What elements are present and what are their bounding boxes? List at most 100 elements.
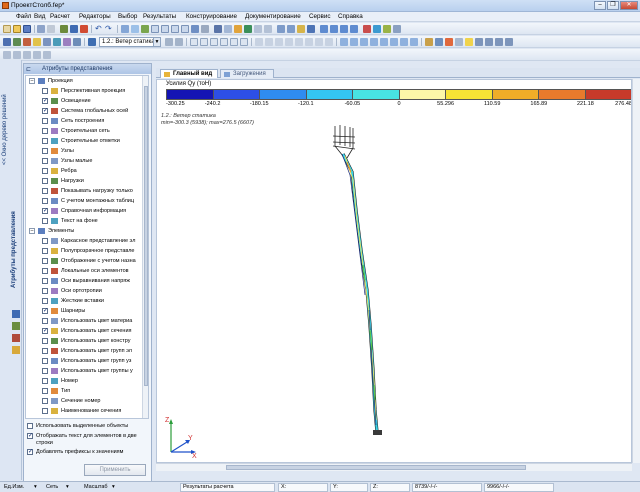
tree-item-checkbox[interactable] [42, 388, 48, 394]
tree-item-checkbox[interactable] [42, 148, 48, 154]
tree-item[interactable]: Узлы [26, 146, 148, 156]
result-option-6-icon[interactable] [305, 38, 313, 46]
check-icon[interactable] [244, 25, 252, 33]
tree-item[interactable]: С учетом монтажных таблиц [26, 196, 148, 206]
stress-5-icon[interactable] [380, 38, 388, 46]
apply-button[interactable]: Применить [84, 464, 146, 476]
load-case-icon[interactable] [88, 38, 96, 46]
tree-item[interactable]: Материал (номер) [26, 416, 148, 419]
moment-mz-icon[interactable] [240, 38, 248, 46]
pin-icon[interactable]: ⊏ [26, 65, 31, 75]
select-icon[interactable] [121, 25, 129, 33]
result-option-4-icon[interactable] [285, 38, 293, 46]
grid-icon[interactable] [287, 25, 295, 33]
loads-icon[interactable] [33, 38, 41, 46]
menu-view[interactable]: Вид [34, 13, 45, 20]
save-icon[interactable] [23, 25, 31, 33]
option-checkbox[interactable]: ✓ [27, 449, 33, 455]
tree-item[interactable]: ✓ Освещение [26, 96, 148, 106]
menu-editors[interactable]: Редакторы [79, 13, 111, 20]
option-checkbox[interactable] [27, 423, 33, 429]
tree-item-checkbox[interactable] [42, 378, 48, 384]
result-option-1-icon[interactable] [255, 38, 263, 46]
analysis-icon[interactable] [73, 38, 81, 46]
model-icon[interactable] [3, 38, 11, 46]
tree-item[interactable]: ✓ Справочная информация [26, 206, 148, 216]
tree-item[interactable]: Полупрозрачное представле [26, 246, 148, 256]
tree-item[interactable]: Узлы малые [26, 156, 148, 166]
print-icon[interactable] [37, 25, 45, 33]
tree-item[interactable]: Жесткие вставки [26, 296, 148, 306]
layers-icon[interactable] [307, 25, 315, 33]
restore-button[interactable]: ❐ [607, 1, 619, 10]
elements-side-icon[interactable] [12, 334, 20, 342]
stress-icon[interactable] [340, 38, 348, 46]
stress-7-icon[interactable] [400, 38, 408, 46]
result-option-3-icon[interactable] [275, 38, 283, 46]
chart-bars-3-icon[interactable] [340, 25, 348, 33]
load-case-select[interactable]: 1.2.: Ветер статика ▼ [99, 37, 161, 47]
tree-item-checkbox[interactable]: ✓ [42, 308, 48, 314]
tree-item[interactable]: Перспективная проекция [26, 86, 148, 96]
numbering-icon[interactable] [214, 25, 222, 33]
view-mode-3-icon[interactable] [23, 51, 31, 59]
tree-item-checkbox[interactable] [42, 258, 48, 264]
option-checkbox[interactable]: ✓ [27, 433, 33, 439]
stress-8-icon[interactable] [410, 38, 418, 46]
main-view-canvas[interactable]: Усилия Qy (тоН) -300.25 -240.2 -180.15 -120… [156, 79, 632, 463]
stress-6-icon[interactable] [390, 38, 398, 46]
tree-item[interactable]: ✓ Система глобальных осей [26, 106, 148, 116]
tree-item[interactable]: Использовать цвет констру [26, 336, 148, 346]
tree-scroll-thumb[interactable] [144, 86, 148, 386]
tree-item[interactable]: Тип [26, 386, 148, 396]
tab-load-cases[interactable]: Загружения [220, 69, 274, 78]
loads-side-icon[interactable] [12, 346, 20, 354]
layers-side-icon[interactable] [12, 310, 20, 318]
menu-help[interactable]: Справка [338, 13, 363, 20]
menu-calculation[interactable]: Расчет [50, 13, 70, 20]
moment-my-icon[interactable] [230, 38, 238, 46]
status-scale[interactable]: Масштаб [84, 483, 108, 492]
scale-icon[interactable] [435, 38, 443, 46]
tree-item[interactable]: Ребра [26, 166, 148, 176]
force-qz-icon[interactable] [210, 38, 218, 46]
tree-item[interactable]: Наименование сечения [26, 406, 148, 416]
tree-item-checkbox[interactable] [42, 238, 48, 244]
settings-result-icon[interactable] [425, 38, 433, 46]
force-qy-icon[interactable] [200, 38, 208, 46]
tree-item-checkbox[interactable] [42, 188, 48, 194]
tree-item-checkbox[interactable] [42, 298, 48, 304]
tree-item-checkbox[interactable] [42, 168, 48, 174]
refresh-view-icon[interactable] [224, 25, 232, 33]
tree-item[interactable]: ✓ Использовать цвет сечения [26, 326, 148, 336]
tree-item[interactable]: Показывать нагрузку только [26, 186, 148, 196]
new-file-icon[interactable] [3, 25, 11, 33]
filter-icon[interactable] [201, 25, 209, 33]
close-button[interactable]: ✕ [620, 1, 638, 10]
elements-icon[interactable] [23, 38, 31, 46]
chart-bars-icon[interactable] [320, 25, 328, 33]
open-folder-icon[interactable] [13, 25, 21, 33]
status-units[interactable]: Ед.Изм. [4, 483, 24, 492]
mesh-icon[interactable] [277, 25, 285, 33]
tree-item[interactable]: – Элементы [26, 226, 148, 236]
menu-design[interactable]: Конструирование [186, 13, 237, 20]
tree-item-checkbox[interactable] [42, 118, 48, 124]
menu-file[interactable]: Файл [16, 13, 31, 20]
tree-item-checkbox[interactable] [42, 218, 48, 224]
rotate-icon[interactable] [141, 25, 149, 33]
palette-icon[interactable] [297, 25, 305, 33]
stress-3-icon[interactable] [360, 38, 368, 46]
tree-item-checkbox[interactable] [42, 418, 48, 419]
next-case-icon[interactable] [175, 38, 183, 46]
tree-item-checkbox[interactable] [42, 338, 48, 344]
tree-item-checkbox[interactable] [42, 268, 48, 274]
prev-case-icon[interactable] [165, 38, 173, 46]
tree-item-checkbox[interactable]: ✓ [42, 328, 48, 334]
tree-item-checkbox[interactable]: ✓ [42, 108, 48, 114]
values-4-icon[interactable] [505, 38, 513, 46]
tree-item[interactable]: Использовать цвет групп уз [26, 356, 148, 366]
tree-item-checkbox[interactable] [42, 368, 48, 374]
tree-item[interactable]: Каркасное представление эл [26, 236, 148, 246]
canvas-vertical-scrollbar[interactable] [632, 79, 640, 463]
